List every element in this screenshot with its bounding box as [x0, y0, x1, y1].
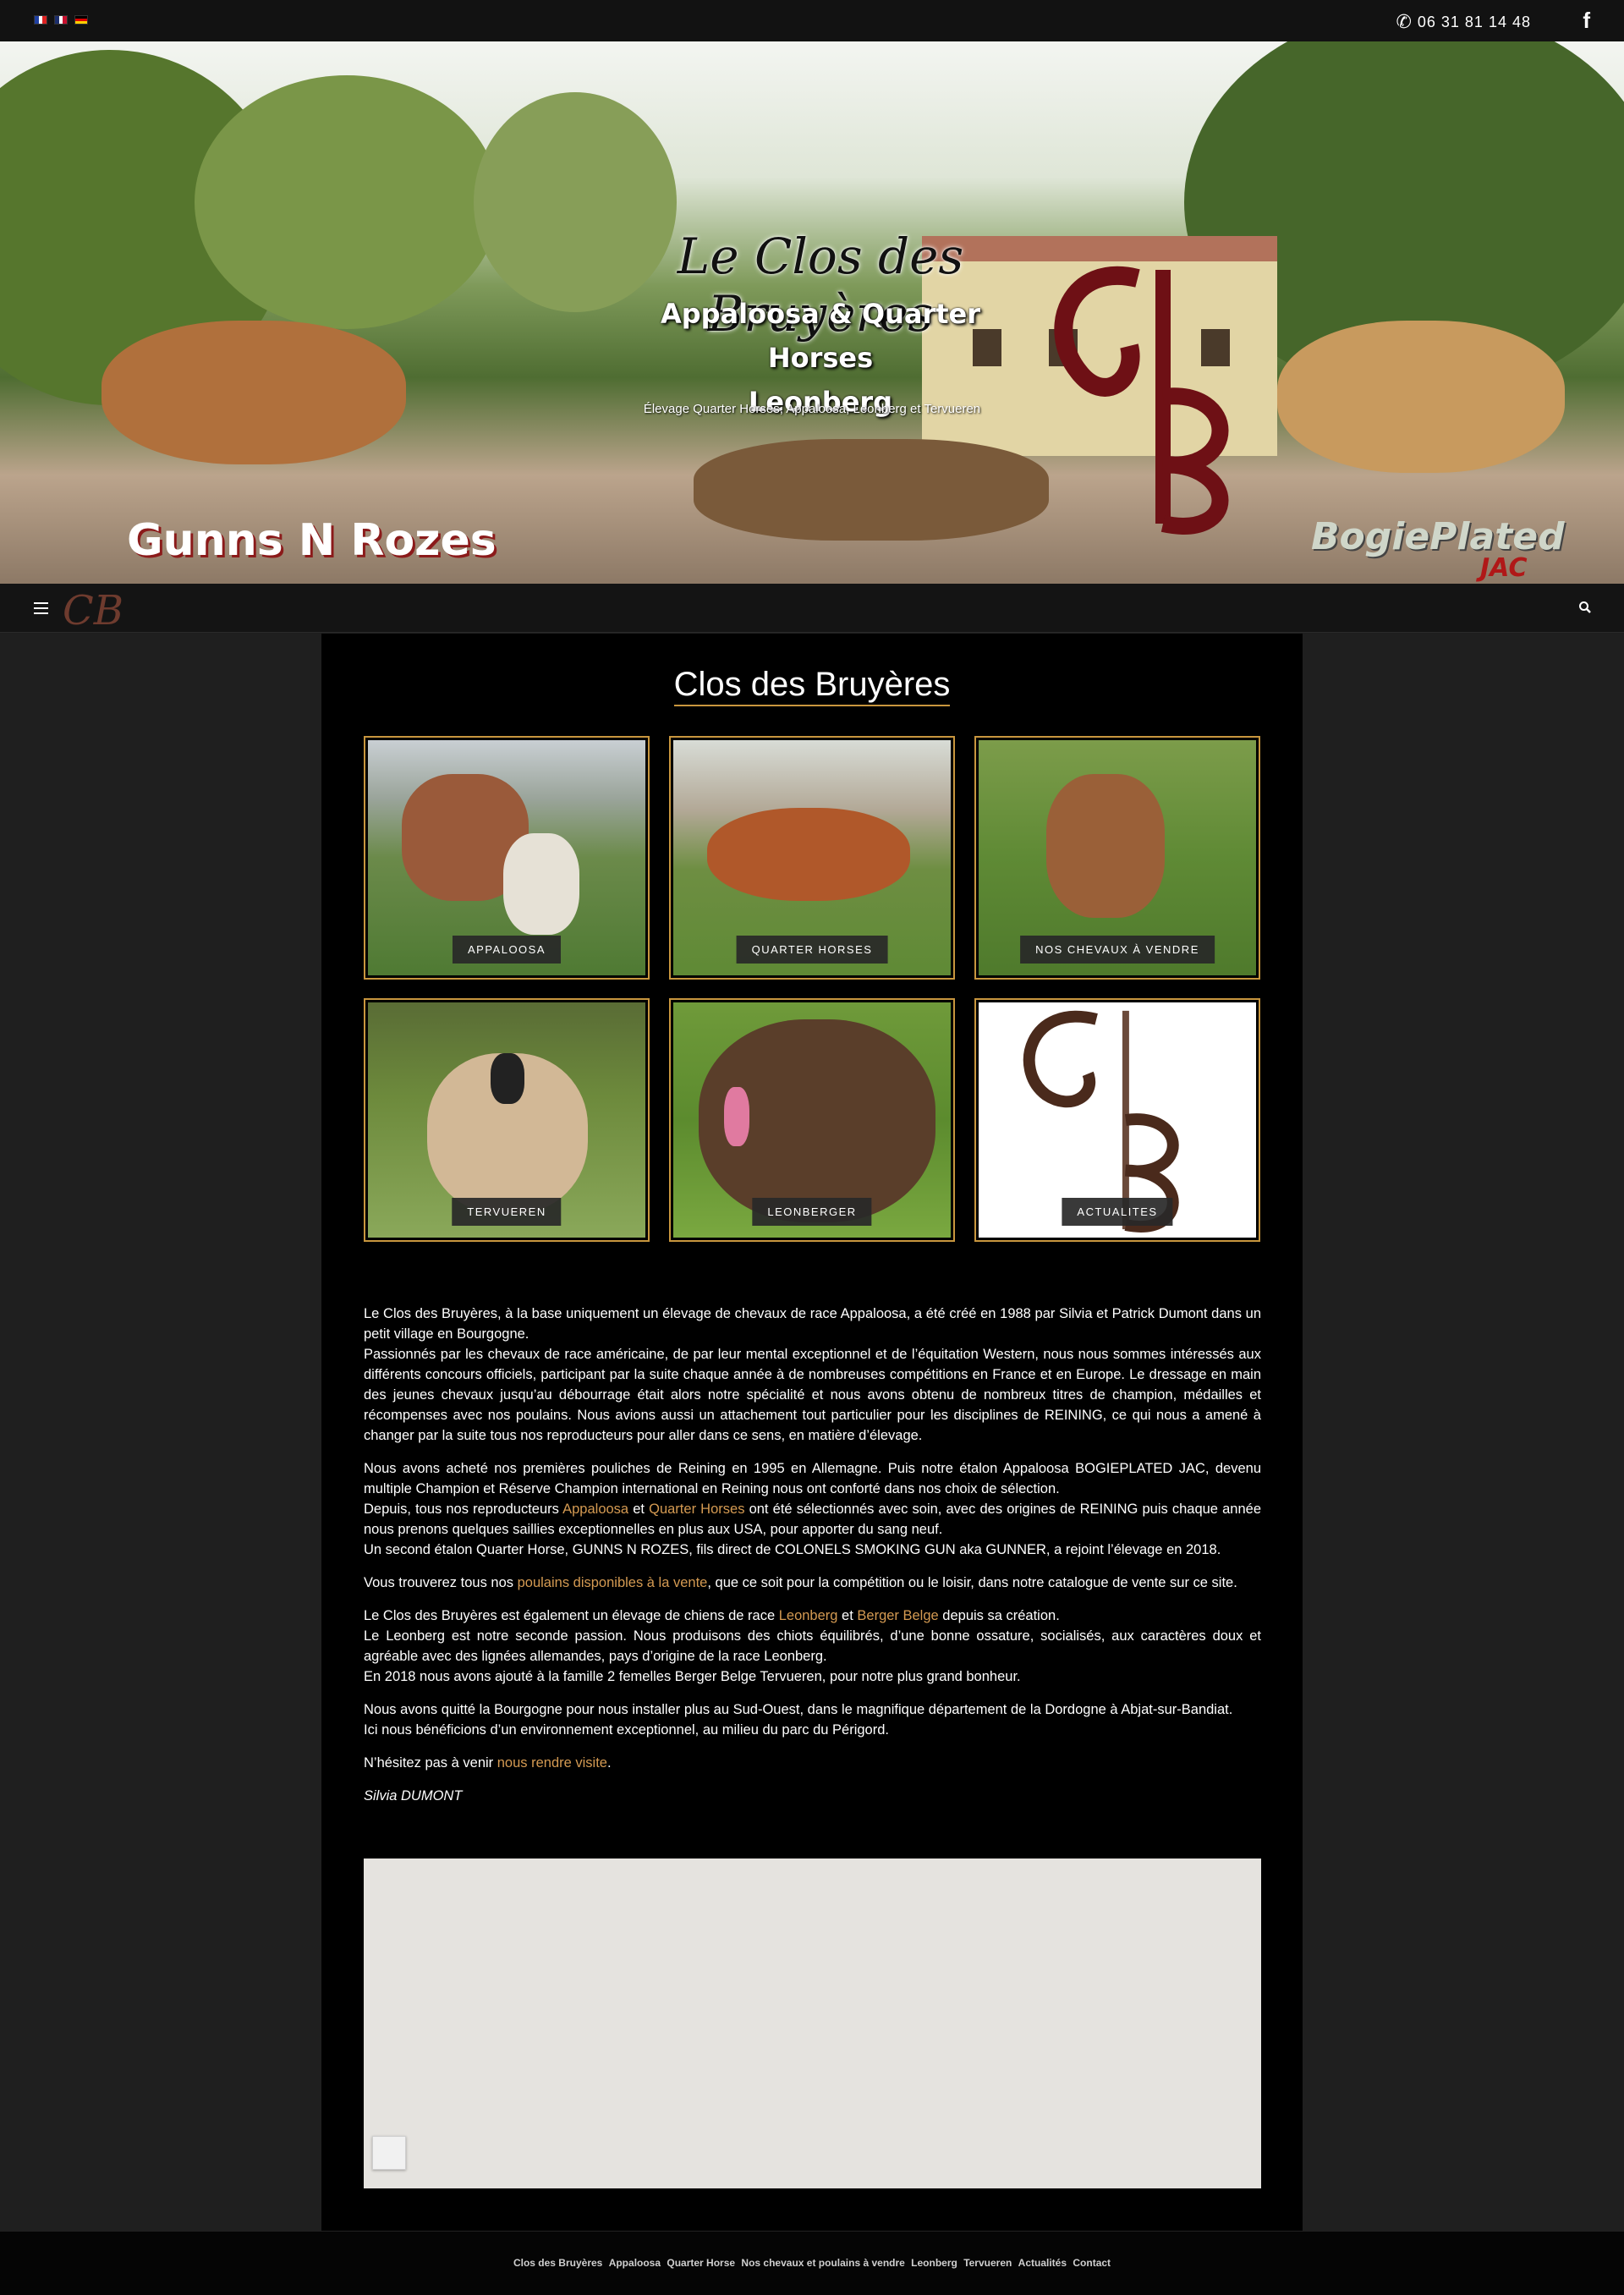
nav-bar: CB: [0, 584, 1624, 634]
hero-subtitle-line1: Appaloosa & Quarter Horses: [660, 298, 981, 374]
text-p6-post: .: [607, 1755, 612, 1771]
paragraph-dogs: Le Clos des Bruyères est également un él…: [364, 1606, 1261, 1687]
paragraph-reining: Nous avons acheté nos premières pouliche…: [364, 1458, 1261, 1560]
tile-actualites-label: ACTUALITES: [1062, 1198, 1173, 1226]
signature: Silvia DUMONT: [364, 1786, 1261, 1806]
tile-horses-for-sale[interactable]: NOS CHEVAUX À VENDRE: [974, 736, 1260, 980]
flag-fr-icon[interactable]: [34, 15, 47, 25]
tile-tervueren-label: TERVUEREN: [452, 1198, 562, 1226]
footer-link-actualites[interactable]: Actualités: [1018, 2257, 1067, 2269]
text-p4a-mid: et: [837, 1608, 858, 1623]
map-embed[interactable]: [364, 1859, 1261, 2188]
footer-link-contact[interactable]: Contact: [1073, 2257, 1111, 2269]
tile-horses-for-sale-label: NOS CHEVAUX À VENDRE: [1020, 936, 1215, 964]
tile-tervueren[interactable]: TERVUEREN: [364, 998, 650, 1242]
tile-leonberger-label: LEONBERGER: [752, 1198, 872, 1226]
text-p2b-mid: et: [628, 1502, 650, 1517]
hero-banner: Le Clos des Bruyères Appaloosa & Quarter…: [0, 41, 1624, 584]
footer-link-clos[interactable]: Clos des Bruyères: [513, 2257, 602, 2269]
tile-quarter-horses-label: QUARTER HORSES: [736, 936, 888, 964]
flag-en-icon[interactable]: [54, 15, 68, 25]
text-p4a-post: depuis sa création.: [938, 1608, 1060, 1623]
text-p5a: Nous avons quitté la Bourgogne pour nous…: [364, 1702, 1233, 1717]
footer-link-appaloosa[interactable]: Appaloosa: [609, 2257, 661, 2269]
hero-tagline: Élevage Quarter Horses, Appaloosa, Leonb…: [643, 402, 981, 416]
category-grid: APPALOOSA QUARTER HORSES NOS CHEVAUX À V…: [364, 736, 1261, 1242]
text-p1b: Passionnés par les chevaux de race améri…: [364, 1347, 1261, 1443]
facebook-icon[interactable]: f: [1583, 8, 1590, 34]
bogieplated-logo: BogiePlated: [1311, 515, 1565, 558]
footer: Clos des Bruyères Appaloosa Quarter Hors…: [0, 2231, 1624, 2295]
intro-text: Le Clos des Bruyères, à la base uniqueme…: [364, 1304, 1261, 1819]
main-content: Clos des Bruyères APPALOOSA QUARTER HORS…: [321, 634, 1303, 2231]
footer-link-leonberg[interactable]: Leonberg: [911, 2257, 957, 2269]
phone-icon: ✆: [1396, 11, 1413, 32]
paragraph-visit: N’hésitez pas à venir nous rendre visite…: [364, 1753, 1261, 1773]
text-p2c: Un second étalon Quarter Horse, GUNNS N …: [364, 1542, 1221, 1557]
tile-quarter-horses[interactable]: QUARTER HORSES: [669, 736, 955, 980]
link-leonberg[interactable]: Leonberg: [779, 1608, 838, 1623]
phone-contact[interactable]: ✆ 06 31 81 14 48: [1396, 11, 1531, 33]
phone-number: 06 31 81 14 48: [1417, 13, 1531, 30]
hamburger-icon[interactable]: [34, 602, 48, 614]
text-p3-post: , que ce soit pour la compétition ou le …: [707, 1575, 1237, 1590]
text-p6-pre: N’hésitez pas à venir: [364, 1755, 497, 1771]
language-selector: [34, 15, 88, 25]
tile-appaloosa-label: APPALOOSA: [452, 936, 562, 964]
text-p1a: Le Clos des Bruyères, à la base uniqueme…: [364, 1306, 1261, 1342]
text-p4c: En 2018 nous avons ajouté à la famille 2…: [364, 1669, 1021, 1684]
text-p4b: Le Leonberg est notre seconde passion. N…: [364, 1628, 1261, 1664]
text-p4a-pre: Le Clos des Bruyères est également un él…: [364, 1608, 779, 1623]
text-p5b: Ici nous bénéficions d’un environnement …: [364, 1722, 889, 1738]
bogieplated-logo-sub: JAC: [1480, 553, 1528, 583]
paragraph-sale: Vous trouverez tous nos poulains disponi…: [364, 1573, 1261, 1593]
text-p2a: Nous avons acheté nos premières pouliche…: [364, 1461, 1261, 1496]
map-control-button[interactable]: [372, 2136, 406, 2170]
link-appaloosa[interactable]: Appaloosa: [562, 1502, 628, 1517]
gunns-n-rozes-logo: Gunns N Rozes: [127, 515, 497, 566]
tile-appaloosa[interactable]: APPALOOSA: [364, 736, 650, 980]
footer-link-quarter-horse[interactable]: Quarter Horse: [667, 2257, 735, 2269]
tile-leonberger[interactable]: LEONBERGER: [669, 998, 955, 1242]
link-quarter-horses[interactable]: Quarter Horses: [649, 1502, 744, 1517]
link-foals-for-sale[interactable]: poulains disponibles à la vente: [518, 1575, 708, 1590]
signature-text: Silvia DUMONT: [364, 1788, 463, 1804]
footer-link-for-sale[interactable]: Nos chevaux et poulains à vendre: [741, 2257, 904, 2269]
footer-nav: Clos des Bruyères Appaloosa Quarter Hors…: [0, 2257, 1624, 2269]
text-p2b-pre: Depuis, tous nos reproducteurs: [364, 1502, 563, 1517]
tile-actualites[interactable]: ACTUALITES: [974, 998, 1260, 1242]
page-title: Clos des Bruyères: [321, 666, 1303, 706]
paragraph-location: Nous avons quitté la Bourgogne pour nous…: [364, 1699, 1261, 1740]
link-visit[interactable]: nous rendre visite: [497, 1755, 607, 1771]
flag-de-icon[interactable]: [74, 15, 88, 25]
text-p3-pre: Vous trouverez tous nos: [364, 1575, 518, 1590]
nav-logo[interactable]: CB: [63, 587, 123, 634]
cb-logo-icon: [1054, 266, 1229, 535]
footer-link-tervueren[interactable]: Tervueren: [963, 2257, 1012, 2269]
paragraph-history: Le Clos des Bruyères, à la base uniqueme…: [364, 1304, 1261, 1446]
top-bar: ✆ 06 31 81 14 48 f: [0, 0, 1624, 41]
search-icon[interactable]: [1578, 601, 1592, 614]
link-berger-belge[interactable]: Berger Belge: [857, 1608, 938, 1623]
